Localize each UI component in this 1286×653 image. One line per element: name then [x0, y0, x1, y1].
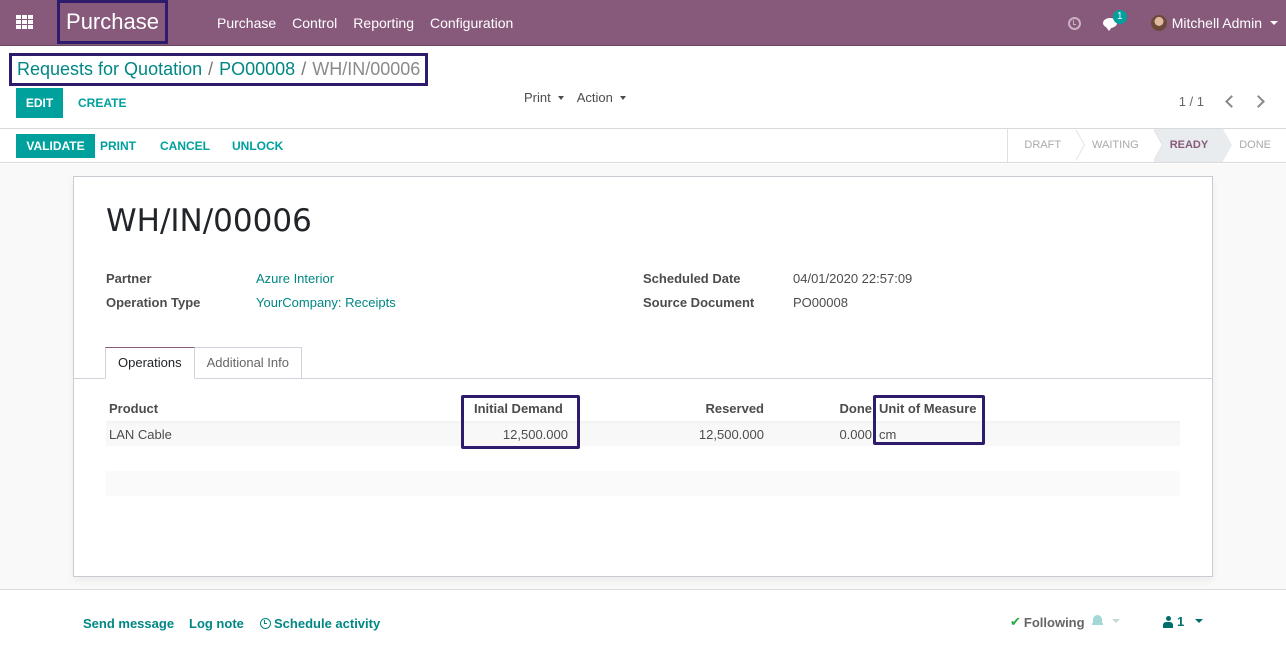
pager-value[interactable]: 1 / 1 — [1179, 94, 1204, 109]
systray: 1 Mitchell Admin — [1067, 0, 1286, 46]
breadcrumb-separator: / — [208, 59, 214, 79]
cell-done: 0.000 — [839, 427, 872, 442]
cell-reserved: 12,500.000 — [698, 427, 764, 442]
app-brand[interactable]: Purchase — [57, 0, 168, 44]
log-note-link[interactable]: Log note — [189, 616, 244, 631]
send-message-link[interactable]: Send message — [83, 616, 174, 631]
user-caret-icon[interactable] — [1270, 21, 1278, 25]
activity-clock-icon[interactable] — [1067, 16, 1081, 30]
print-dropdown-label: Print — [524, 90, 551, 105]
source-document-label: Source Document — [643, 295, 755, 310]
user-menu[interactable]: Mitchell Admin — [1172, 15, 1262, 31]
operation-type-value[interactable]: YourCompany: Receipts — [256, 295, 396, 310]
tab-operations[interactable]: Operations — [105, 347, 195, 379]
apps-menu-icon[interactable] — [16, 15, 34, 30]
validate-button[interactable]: Validate — [16, 134, 95, 158]
stage-arrow — [1075, 128, 1086, 161]
print-button[interactable]: Print — [100, 134, 136, 158]
status-stages: Draft Waiting Ready Done — [1007, 128, 1286, 162]
print-dropdown[interactable]: Print — [524, 90, 564, 105]
partner-value[interactable]: Azure Interior — [256, 271, 334, 286]
table-row[interactable] — [106, 421, 1180, 446]
bell-icon[interactable] — [1092, 615, 1103, 627]
operation-type-label: Operation Type — [106, 295, 201, 310]
subscription-caret-icon[interactable] — [1112, 619, 1120, 623]
breadcrumb: Requests for Quotation / PO00008/WH/IN/000… — [9, 53, 429, 86]
followers-caret-icon[interactable] — [1195, 619, 1203, 623]
pager: 1 / 1 — [1179, 94, 1272, 109]
stage-arrow — [1152, 128, 1163, 161]
highlight-unit-of-measure — [873, 395, 985, 445]
stage-arrow — [1222, 128, 1233, 161]
schedule-activity-link[interactable]: Schedule activity — [260, 616, 380, 631]
create-button[interactable]: Create — [70, 88, 134, 118]
pager-previous-icon[interactable] — [1225, 95, 1238, 108]
caret-down-icon — [619, 95, 626, 100]
form-sheet: WH/IN/00006 Partner Azure Interior Opera… — [73, 176, 1213, 577]
edit-button[interactable]: Edit — [16, 88, 63, 118]
breadcrumb-separator: / — [301, 59, 307, 79]
cancel-button[interactable]: Cancel — [160, 134, 210, 158]
following-button[interactable]: ✔ Following — [1010, 614, 1085, 630]
menu-item-reporting[interactable]: Reporting — [353, 15, 414, 31]
highlight-initial-demand — [461, 395, 580, 449]
menu-item-control[interactable]: Control — [292, 15, 337, 31]
stage-label: Ready — [1169, 139, 1209, 151]
sidebar-dropdowns: Print Action — [524, 90, 639, 105]
form-statusbar: Validate Print Cancel Unlock Draft Waiti… — [0, 128, 1286, 163]
column-reserved[interactable]: Reserved — [664, 401, 764, 416]
column-done[interactable]: Done — [792, 401, 873, 416]
pager-next-icon[interactable] — [1252, 95, 1265, 108]
followers-button[interactable]: 1 — [1163, 614, 1184, 629]
stage-draft[interactable]: Draft — [1008, 128, 1086, 162]
menu-item-configuration[interactable]: Configuration — [430, 15, 513, 31]
user-avatar[interactable] — [1150, 15, 1167, 31]
breadcrumb-rfq[interactable]: Requests for Quotation — [17, 59, 202, 79]
stage-waiting[interactable]: Waiting — [1076, 128, 1163, 162]
followers-count: 1 — [1177, 614, 1185, 629]
scheduled-date-label: Scheduled Date — [643, 271, 741, 286]
stage-label: Draft — [1024, 139, 1062, 151]
action-dropdown-label: Action — [576, 90, 613, 105]
record-title: WH/IN/00006 — [106, 203, 312, 239]
messages-badge: 1 — [1112, 10, 1127, 24]
notebook-tabs: Operations Additional Info — [105, 347, 302, 379]
stage-label: Done — [1239, 139, 1271, 151]
stage-ready[interactable]: Ready — [1153, 128, 1233, 162]
column-product[interactable]: Product — [109, 401, 158, 416]
caret-down-icon — [557, 95, 564, 100]
main-menu: Purchase Control Reporting Configuration — [217, 0, 529, 46]
partner-label: Partner — [106, 271, 152, 286]
tab-additional-info[interactable]: Additional Info — [194, 347, 302, 379]
scheduled-date-value: 04/01/2020 22:57:09 — [793, 271, 913, 286]
check-icon: ✔ — [1010, 614, 1021, 629]
cell-product: LAN Cable — [109, 427, 172, 442]
menu-item-purchase[interactable]: Purchase — [217, 15, 276, 31]
action-dropdown[interactable]: Action — [577, 90, 626, 105]
user-icon — [1163, 615, 1173, 628]
messaging-menu[interactable]: 1 — [1102, 10, 1127, 31]
stage-label: Waiting — [1092, 139, 1139, 151]
clock-icon — [260, 618, 271, 629]
form-content: WH/IN/00006 Partner Azure Interior Opera… — [0, 164, 1286, 590]
empty-table-row — [106, 471, 1180, 496]
following-label: Following — [1023, 614, 1085, 630]
top-navbar: Purchase Purchase Control Reporting Conf… — [0, 0, 1286, 46]
source-document-value: PO00008 — [793, 295, 848, 310]
stage-done[interactable]: Done — [1223, 129, 1286, 162]
schedule-activity-label: Schedule activity — [274, 616, 381, 631]
breadcrumb-po[interactable]: PO00008 — [219, 59, 295, 79]
unlock-button[interactable]: Unlock — [232, 134, 283, 158]
breadcrumb-current: WH/IN/00006 — [312, 59, 421, 79]
